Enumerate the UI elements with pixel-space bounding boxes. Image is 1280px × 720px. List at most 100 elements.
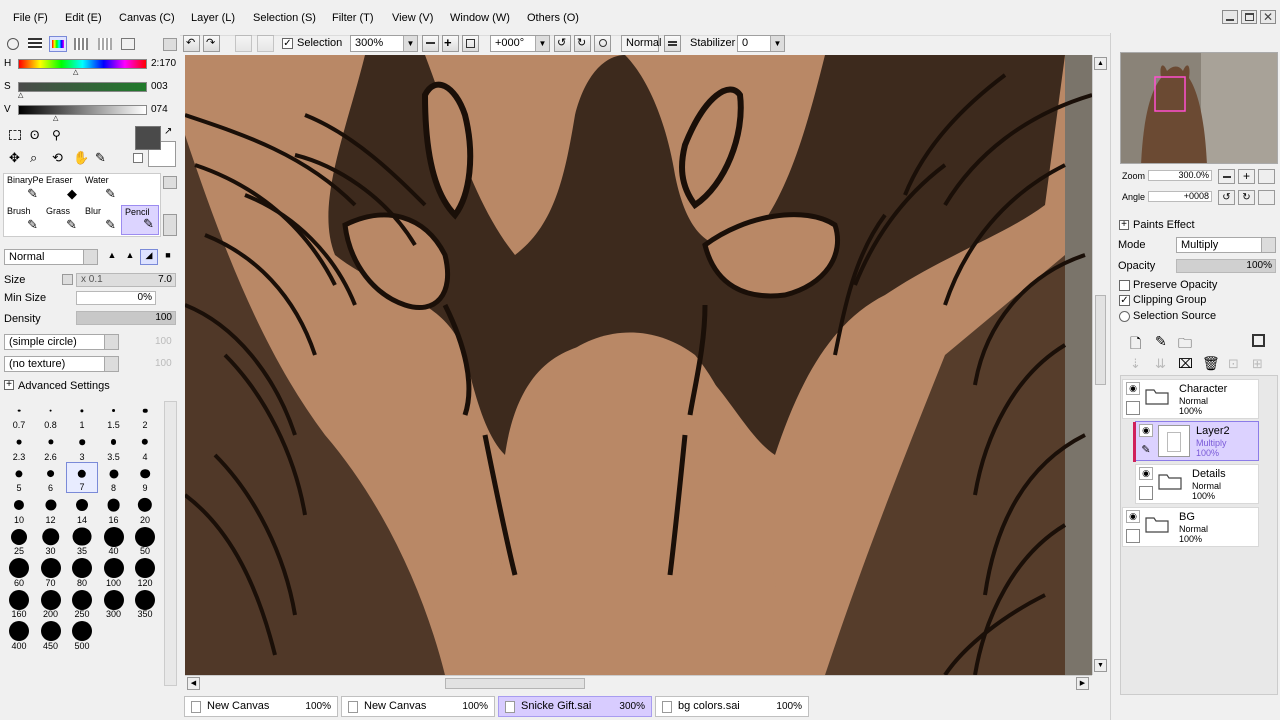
brush-size-option[interactable]: 2.6 [35,431,67,462]
hand-icon[interactable]: ✋ [73,150,89,166]
rect-select-icon[interactable] [9,130,21,140]
close-button[interactable]: ✕ [1260,10,1276,24]
brush-size-option[interactable]: 1 [66,399,98,430]
menu-view[interactable]: View (V) [392,12,433,24]
new-folder-icon[interactable]: 🗀 [1178,333,1192,357]
merge-visible-icon[interactable]: ⊞ [1252,356,1263,372]
rotate-right-button[interactable]: ↻ [574,35,591,52]
panel-collapse-button[interactable] [163,38,177,51]
swatch-icon[interactable] [74,38,88,50]
navigator-preview[interactable] [1120,52,1278,164]
layer-panel-menu-icon[interactable] [1252,334,1265,347]
tab-document-2[interactable]: New Canvas 100% [341,696,495,717]
expand-icon[interactable]: + [4,380,14,390]
brush-size-option[interactable]: 40 [98,525,130,556]
tip-square-icon[interactable]: ■ [160,250,176,264]
transparent-color-icon[interactable] [133,153,143,163]
brush-size-option[interactable]: 450 [35,620,67,651]
size-grid-scrollbar[interactable] [164,401,177,686]
maximize-button[interactable] [1241,10,1257,24]
horizontal-scrollbar[interactable]: ◀ ▶ [185,675,1092,691]
tool-eraser[interactable]: Eraser ◆ [43,174,81,204]
zoom-in-button[interactable]: + [442,35,459,52]
brush-size-option[interactable]: 2 [129,399,161,430]
brush-size-option[interactable]: 500 [66,620,98,651]
tip-selected-icon[interactable]: ◢ [140,249,158,265]
brush-blend-select[interactable]: Normal [4,249,98,265]
tip-soft-icon[interactable]: ▲ [122,250,138,264]
layer-layer2[interactable]: ◉ ✎ Layer2 Multiply 100% [1133,421,1259,462]
trash-icon[interactable]: 🗑 [1202,355,1220,372]
size-range-button[interactable] [62,274,73,285]
layer-mode-select[interactable]: Multiply [1176,237,1276,253]
visibility-eye-icon[interactable]: ◉ [1139,467,1153,480]
flip-button[interactable] [664,35,681,52]
tool-brush[interactable]: Brush ✎ [4,205,42,235]
selection-source-radio[interactable] [1119,311,1130,322]
brush-size-option[interactable]: 10 [3,494,35,525]
expand-icon[interactable]: + [1119,220,1129,230]
paints-effect-label[interactable]: Paints Effect [1133,219,1195,231]
brush-size-option[interactable]: 20 [129,494,161,525]
menu-edit[interactable]: Edit (E) [65,12,102,24]
brush-size-option[interactable]: 8 [98,462,130,493]
nav-zoom-out-button[interactable] [1218,169,1235,184]
scratchpad-icon[interactable] [98,38,112,50]
zoom-tool-icon[interactable]: ⌕ [30,150,37,166]
brush-size-option[interactable]: 0.7 [3,399,35,430]
brush-size-option[interactable]: 200 [35,588,67,619]
clipping-group-checkbox[interactable]: ✓ [1119,295,1130,306]
brush-texture-select[interactable]: (no texture) [4,356,119,372]
brush-size-option[interactable]: 1.5 [98,399,130,430]
stabilizer-select[interactable]: 0 ▼ [737,35,785,52]
layer-lock-checkbox[interactable] [1139,486,1153,500]
layer-details[interactable]: ◉ Details Normal 100% [1135,464,1259,504]
nav-rotate-left-button[interactable]: ↺ [1218,190,1235,205]
merge-down-icon[interactable]: ⇊ [1155,356,1166,372]
size-slider[interactable]: x 0.1 7.0 [76,273,176,287]
brush-size-option[interactable]: 16 [98,494,130,525]
tool-pencil[interactable]: Pencil ✎ [121,205,159,235]
rotate-left-button[interactable]: ↺ [554,35,571,52]
brush-size-option[interactable]: 6 [35,462,67,493]
tool-empty-slot[interactable] [121,174,159,204]
blend-mode-button[interactable]: Normal [621,35,661,52]
menu-filter[interactable]: Filter (T) [332,12,374,24]
advanced-settings-label[interactable]: Advanced Settings [18,380,110,392]
menu-layer[interactable]: Layer (L) [191,12,235,24]
brush-size-option[interactable]: 7 [66,462,98,493]
user-swatch-icon[interactable] [121,38,135,50]
brush-size-option[interactable]: 80 [66,557,98,588]
apply-mask-icon[interactable]: ⊡ [1228,356,1239,372]
density-slider[interactable]: 100 [76,311,176,325]
tool-panel-menu-button[interactable] [163,176,177,189]
brush-size-option[interactable]: 3 [66,431,98,462]
zoom-select[interactable]: 300% ▼ [350,35,418,52]
visibility-eye-icon[interactable]: ◉ [1126,382,1140,395]
rotation-select[interactable]: +000° ▼ [490,35,550,52]
tool-binary-pen[interactable]: BinaryPe ✎ [4,174,44,204]
undo-button[interactable]: ↶ [183,35,200,52]
rgb-slider-icon[interactable] [28,38,42,50]
magic-wand-icon[interactable]: ⚲ [52,128,61,142]
tool-blur[interactable]: Blur ✎ [82,205,120,235]
preserve-opacity-checkbox[interactable] [1119,280,1130,291]
color-wheel-icon[interactable] [7,38,19,50]
brush-size-option[interactable]: 3.5 [98,431,130,462]
selection-checkbox[interactable]: ✓ [282,38,293,49]
rotate-tool-icon[interactable]: ⟲ [52,150,63,166]
menu-selection[interactable]: Selection (S) [253,12,316,24]
nav-zoom-slider[interactable]: 300.0% [1148,170,1212,181]
brush-size-option[interactable]: 300 [98,588,130,619]
nav-rotate-right-button[interactable]: ↻ [1238,190,1255,205]
primary-color-swatch[interactable] [135,126,161,150]
value-slider[interactable] [18,105,147,115]
vertical-scrollbar[interactable]: ▲ ▼ [1092,55,1108,675]
menu-canvas[interactable]: Canvas (C) [119,12,175,24]
deselect-button[interactable] [235,35,252,52]
brush-size-option[interactable]: 9 [129,462,161,493]
eyedropper-icon[interactable]: ✎ [95,150,106,166]
lasso-icon[interactable]: ʘ [30,128,39,142]
nav-zoom-reset-button[interactable] [1258,169,1275,184]
layer-lock-checkbox[interactable] [1126,529,1140,543]
